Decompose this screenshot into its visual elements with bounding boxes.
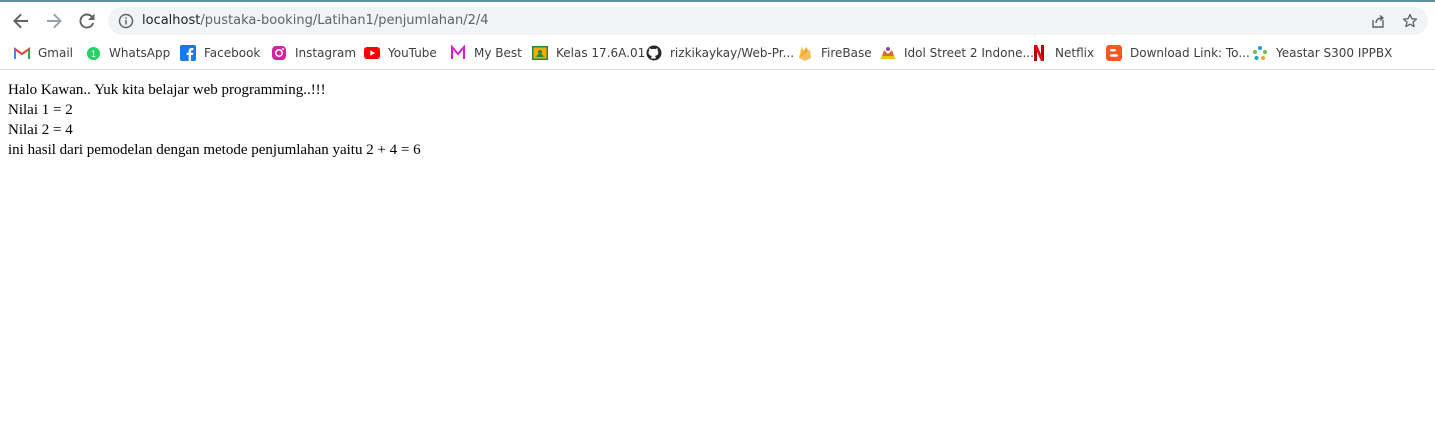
bookmark-label: Facebook — [204, 46, 261, 60]
bookmark-label: Instagram — [295, 46, 357, 60]
blogger-icon — [1106, 45, 1122, 61]
bookmark-whatsapp[interactable]: 1 WhatsApp — [85, 44, 170, 62]
bookmark-firebase[interactable]: FireBase — [797, 44, 872, 62]
bookmark-youtube[interactable]: YouTube — [364, 44, 437, 62]
netflix-icon — [1031, 45, 1047, 61]
bookmark-label: Netflix — [1055, 46, 1095, 60]
bookmark-yeastar[interactable]: Yeastar S300 IPPBX — [1252, 44, 1392, 62]
bookmark-label: Kelas 17.6A.01 — [556, 46, 646, 60]
bookmark-instagram[interactable]: Instagram — [271, 44, 356, 62]
reload-icon — [79, 13, 95, 29]
bookmark-classroom[interactable]: Kelas 17.6A.01 — [532, 44, 645, 62]
bookmark-label: WhatsApp — [109, 46, 171, 60]
classroom-icon — [532, 45, 548, 61]
value-1-text: Nilai 1 = 2 — [8, 102, 73, 118]
greeting-text: Halo Kawan.. Yuk kita belajar web progra… — [8, 82, 326, 98]
bookmark-idolstreet[interactable]: Idol Street 2 Indone... — [880, 44, 1034, 62]
share-icon[interactable] — [1370, 13, 1386, 29]
yeastar-icon — [1252, 45, 1268, 61]
bookmark-blogger[interactable]: Download Link: To... — [1106, 44, 1250, 62]
github-icon — [646, 45, 662, 61]
bookmark-gmail[interactable]: Gmail — [14, 44, 73, 62]
bookmark-label: Gmail — [38, 46, 74, 60]
mybest-icon — [450, 45, 466, 61]
bookmark-label: My Best — [474, 46, 522, 60]
result-text: ini hasil dari pemodelan dengan metode p… — [8, 142, 421, 158]
value-2-text: Nilai 2 = 4 — [8, 122, 73, 138]
facebook-icon — [180, 45, 196, 61]
bookmark-facebook[interactable]: Facebook — [180, 44, 260, 62]
reload-button[interactable] — [76, 10, 98, 32]
browser-toolbar: localhost/pustaka-booking/Latihan1/penju… — [0, 2, 1435, 38]
firebase-icon — [797, 45, 813, 61]
bookmark-github[interactable]: rizkikaykay/Web-Pr... — [646, 44, 794, 62]
whatsapp-icon: 1 — [85, 45, 101, 61]
bookmark-label: Idol Street 2 Indone... — [904, 46, 1034, 60]
bookmark-label: YouTube — [388, 46, 437, 60]
forward-button[interactable] — [43, 10, 65, 32]
bookmark-mybest[interactable]: My Best — [450, 44, 522, 62]
url-text[interactable]: localhost/pustaka-booking/Latihan1/penju… — [142, 12, 489, 30]
arrow-left-icon — [13, 13, 28, 29]
bookmark-label: FireBase — [821, 46, 872, 60]
star-icon[interactable] — [1402, 13, 1418, 29]
bookmark-netflix[interactable]: Netflix — [1031, 44, 1094, 62]
bookmark-label: Download Link: To... — [1130, 46, 1250, 60]
url-host: localhost — [142, 13, 201, 28]
address-bar[interactable]: localhost/pustaka-booking/Latihan1/penju… — [108, 7, 1428, 35]
arrow-right-icon — [47, 13, 62, 29]
back-button[interactable] — [10, 10, 32, 32]
gmail-icon — [14, 45, 30, 61]
bookmarks-bar: Gmail 1 WhatsApp Facebook Instagram YouT… — [0, 38, 1435, 70]
instagram-icon — [271, 45, 287, 61]
bookmark-label: rizkikaykay/Web-Pr... — [670, 46, 795, 60]
page-content: Halo Kawan.. Yuk kita belajar web progra… — [8, 80, 421, 160]
svg-text:1: 1 — [90, 48, 95, 58]
info-icon[interactable] — [118, 13, 134, 29]
youtube-icon — [364, 45, 380, 61]
url-path: /pustaka-booking/Latihan1/penjumlahan/2/… — [200, 13, 489, 28]
bookmark-label: Yeastar S300 IPPBX — [1276, 46, 1393, 60]
idolstreet-icon — [880, 45, 896, 61]
